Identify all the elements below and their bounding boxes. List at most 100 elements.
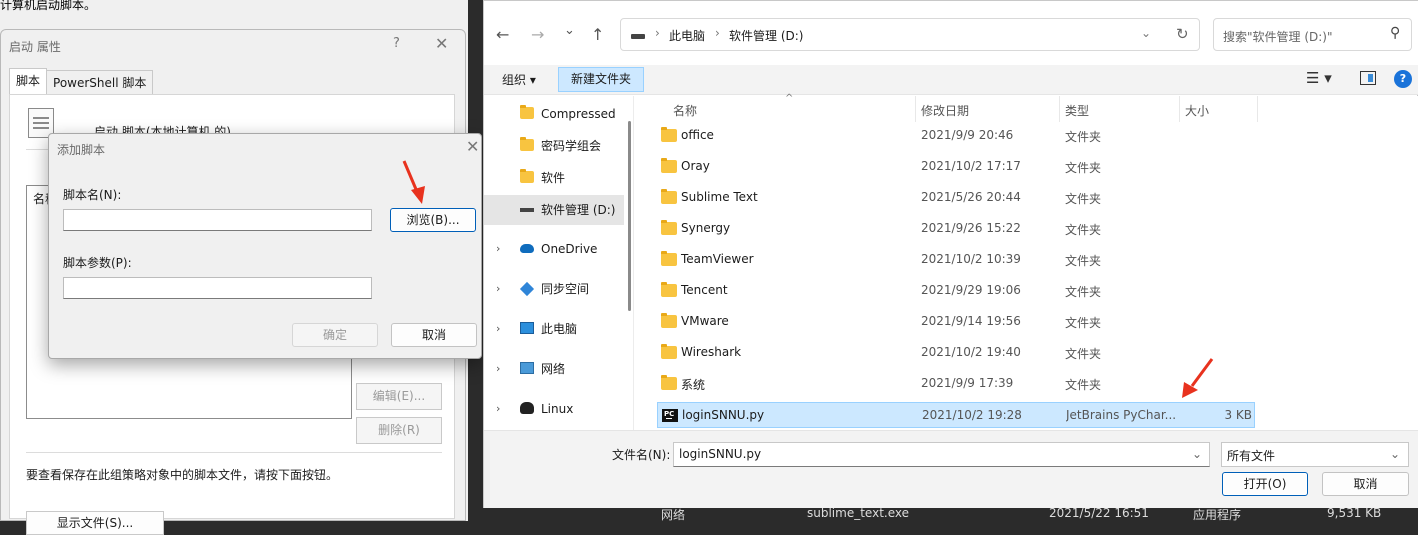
file-row[interactable]: VMware 2021/9/14 19:56 文件夹 [657, 309, 1255, 335]
script-params-label: 脚本参数(P): [63, 256, 132, 270]
folder-icon [520, 169, 534, 183]
filename-input[interactable]: loginSNNU.py ⌄ [673, 442, 1210, 467]
file-row[interactable]: 系统 2021/9/9 17:39 文件夹 [657, 371, 1255, 397]
folder-icon [661, 127, 677, 142]
breadcrumb-drive-d[interactable]: 软件管理 (D:) [729, 27, 803, 44]
file-name: Synergy [681, 221, 731, 235]
file-list: ^ 名称 修改日期 类型 大小 office 2021/9/9 20:46 文件夹 O… [639, 93, 1418, 430]
file-size: 3 KB [1224, 408, 1252, 422]
recent-locations-icon[interactable]: ⌄ [564, 23, 575, 38]
chevron-right-icon[interactable]: › [496, 394, 500, 424]
command-bar: 组织 ▾ 新建文件夹 ☰ ▾ ? [484, 65, 1418, 95]
edit-button[interactable]: 编辑(E)... [356, 383, 442, 410]
file-row[interactable]: office 2021/9/9 20:46 文件夹 [657, 123, 1255, 149]
folder-icon [661, 158, 677, 173]
tree-item[interactable]: Compressed [484, 99, 624, 129]
forward-icon[interactable]: → [531, 25, 544, 44]
column-divider[interactable] [915, 96, 916, 122]
column-divider[interactable] [1257, 96, 1258, 122]
script-name-input[interactable] [63, 209, 372, 231]
chevron-right-icon[interactable]: › [496, 354, 500, 384]
file-row[interactable]: Sublime Text 2021/5/26 20:44 文件夹 [657, 185, 1255, 211]
file-date: 2021/9/9 20:46 [921, 128, 1014, 142]
cancel-button[interactable]: 取消 [391, 323, 477, 347]
linux-icon [520, 402, 534, 414]
tree-item-label: 软件管理 (D:) [541, 203, 616, 217]
file-row[interactable]: Tencent 2021/9/29 19:06 文件夹 [657, 278, 1255, 304]
file-row[interactable]: TeamViewer 2021/10/2 10:39 文件夹 [657, 247, 1255, 273]
open-button[interactable]: 打开(O) [1222, 472, 1308, 496]
ok-button[interactable]: 确定 [292, 323, 378, 347]
delete-button[interactable]: 删除(R) [356, 417, 442, 444]
organize-menu[interactable]: 组织 ▾ [502, 71, 536, 88]
up-icon[interactable]: ↑ [591, 25, 604, 44]
chevron-right-icon: › [715, 26, 720, 40]
divider [26, 452, 442, 453]
file-type-select[interactable]: 所有文件 ⌄ [1221, 442, 1409, 467]
chevron-down-icon[interactable]: ⌄ [1390, 447, 1400, 461]
preview-pane-icon[interactable] [1360, 71, 1376, 85]
tree-item[interactable]: 软件 [484, 163, 624, 193]
tree-item[interactable]: › OneDrive [484, 234, 624, 264]
file-name: office [681, 128, 714, 142]
view-options-icon[interactable]: ☰ ▾ [1306, 69, 1332, 87]
chevron-right-icon[interactable]: › [496, 274, 500, 304]
chevron-right-icon[interactable]: › [496, 314, 500, 344]
close-icon[interactable]: ✕ [466, 137, 479, 156]
tree-item[interactable]: › Linux [484, 394, 624, 424]
network-icon [520, 362, 534, 374]
column-divider[interactable] [1059, 96, 1060, 122]
tree-item[interactable]: 软件管理 (D:) [484, 195, 624, 225]
tree-item-label: OneDrive [541, 242, 598, 256]
annotation-arrow [402, 160, 425, 204]
tree-item-label: 网络 [541, 362, 566, 376]
column-divider[interactable] [1179, 96, 1180, 122]
help-icon[interactable]: ? [1394, 70, 1412, 88]
address-bar[interactable]: › 此电脑 › 软件管理 (D:) ⌄ ↻ [620, 18, 1200, 51]
file-row[interactable]: Wireshark 2021/10/2 19:40 文件夹 [657, 340, 1255, 366]
search-box[interactable]: 搜索"软件管理 (D:)" ⚲ [1213, 18, 1412, 51]
script-params-input[interactable] [63, 277, 372, 299]
navigation-bar: ← → ⌄ ↑ › 此电脑 › 软件管理 (D:) ⌄ ↻ 搜索"软件管理 (D… [484, 1, 1418, 65]
file-date: 2021/9/14 19:56 [921, 314, 1021, 328]
tab-scripts[interactable]: 脚本 [9, 68, 48, 94]
search-placeholder: 搜索"软件管理 (D:)" [1223, 30, 1333, 44]
file-name: Sublime Text [681, 190, 758, 204]
chevron-right-icon[interactable]: › [496, 234, 500, 264]
close-icon[interactable]: ✕ [435, 34, 448, 53]
help-icon[interactable]: ? [393, 36, 400, 51]
filename-value[interactable]: loginSNNU.py [679, 447, 761, 461]
file-type: 文件夹 [1065, 378, 1102, 392]
tree-item[interactable]: 密码学组会 [484, 131, 624, 161]
tree-item[interactable]: › 同步空间 [484, 274, 624, 304]
breadcrumb-this-pc[interactable]: 此电脑 [669, 27, 705, 44]
search-icon[interactable]: ⚲ [1390, 25, 1400, 41]
tree-item[interactable]: › 网络 [484, 354, 624, 384]
file-row[interactable]: loginSNNU.py 2021/10/2 19:28 JetBrains PyC… [657, 402, 1255, 428]
file-type: 文件夹 [1065, 254, 1102, 268]
column-date[interactable]: 修改日期 [921, 102, 969, 119]
folder-icon [520, 137, 534, 151]
chevron-down-icon[interactable]: ⌄ [1141, 26, 1151, 40]
new-folder-button[interactable]: 新建文件夹 [558, 67, 644, 92]
filename-label: 文件名(N): [612, 448, 671, 462]
drive-icon [631, 34, 645, 39]
navigation-scrollbar[interactable] [628, 121, 631, 311]
column-size[interactable]: 大小 [1185, 102, 1209, 119]
refresh-icon[interactable]: ↻ [1176, 25, 1189, 43]
file-name: Wireshark [681, 345, 742, 359]
show-files-button[interactable]: 显示文件(S)... [26, 511, 164, 535]
file-row[interactable]: Synergy 2021/9/26 15:22 文件夹 [657, 216, 1255, 242]
tab-strip: 脚本 PowerShell 脚本 [9, 68, 154, 94]
tree-item[interactable]: › 此电脑 [484, 314, 624, 344]
file-row[interactable]: Oray 2021/10/2 17:17 文件夹 [657, 154, 1255, 180]
column-name[interactable]: 名称 [673, 102, 697, 119]
under-file-type: 应用程序 [1193, 508, 1242, 521]
browse-button[interactable]: 浏览(B)... [390, 208, 476, 232]
cancel-button[interactable]: 取消 [1322, 472, 1409, 496]
file-name: TeamViewer [681, 252, 754, 266]
tab-powershell-scripts[interactable]: PowerShell 脚本 [46, 70, 154, 94]
back-icon[interactable]: ← [496, 25, 509, 44]
column-type[interactable]: 类型 [1065, 102, 1089, 119]
chevron-down-icon[interactable]: ⌄ [1192, 447, 1202, 461]
